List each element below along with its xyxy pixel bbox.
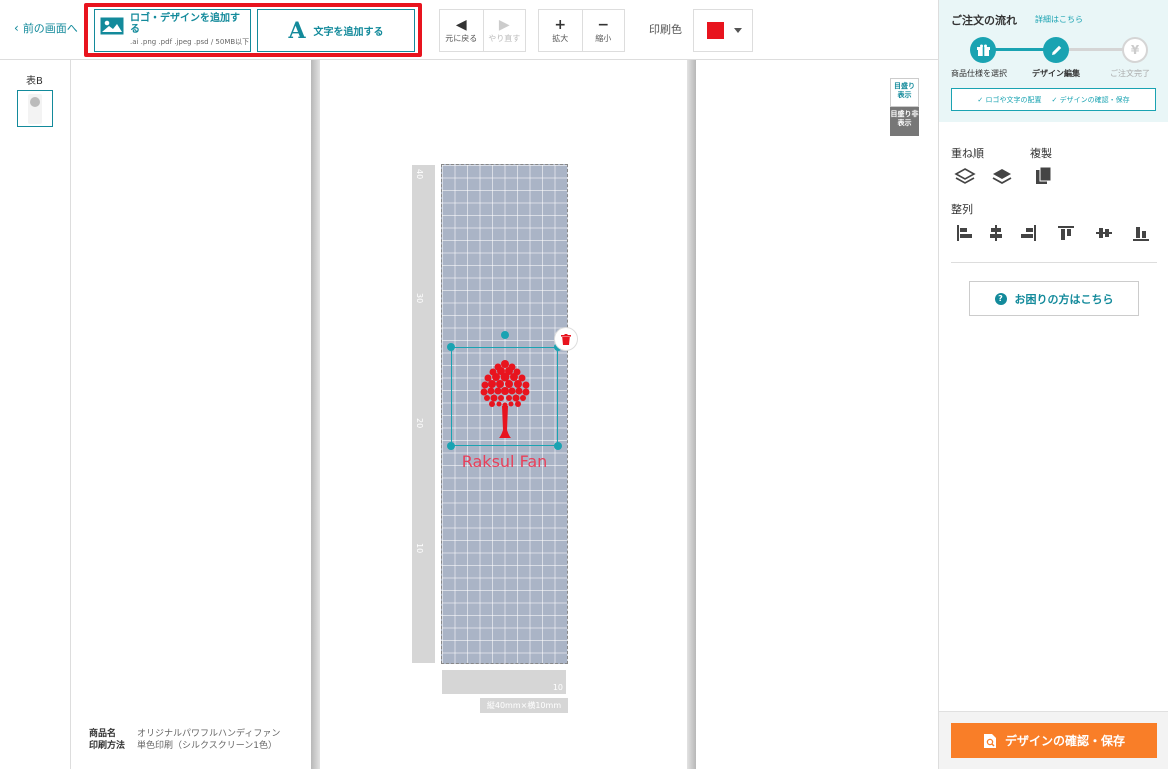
grid-toggle[interactable]: 目盛り表示 目盛り非表示 bbox=[890, 78, 919, 136]
plus-icon: + bbox=[554, 17, 567, 33]
rotate-handle[interactable] bbox=[501, 331, 509, 339]
paper-edge-left bbox=[311, 60, 320, 769]
undo-icon: ◀ bbox=[455, 17, 467, 33]
yen-icon: ¥ bbox=[1122, 37, 1148, 63]
print-color-label: 印刷色 bbox=[649, 23, 682, 36]
flow-detail-link[interactable]: 詳細はこちら bbox=[1035, 14, 1083, 25]
chevron-left-icon: ‹ bbox=[14, 21, 19, 35]
image-icon bbox=[100, 17, 124, 35]
caret-down-icon bbox=[734, 28, 742, 33]
question-icon: ? bbox=[994, 292, 1007, 305]
zoom-out-label: 縮小 bbox=[595, 34, 612, 43]
color-swatch bbox=[707, 22, 724, 39]
pencil-icon bbox=[1043, 37, 1069, 63]
save-label: デザインの確認・保存 bbox=[1004, 734, 1125, 748]
step-label: ご注文完了 bbox=[1110, 69, 1150, 78]
ruler-tick: 30 bbox=[415, 293, 424, 304]
zoom-group: + 拡大 − 縮小 bbox=[538, 9, 625, 52]
page-sidebar: 表B bbox=[0, 60, 71, 769]
ruler-tick: 20 bbox=[415, 418, 424, 429]
ruler-tick: 10 bbox=[415, 543, 424, 554]
save-design-button[interactable]: デザインの確認・保存 bbox=[951, 723, 1157, 758]
print-method-value: 単色印刷（シルクスクリーン1色） bbox=[137, 741, 278, 751]
order-label: 重ね順 bbox=[951, 147, 984, 160]
send-backward-icon[interactable] bbox=[991, 166, 1013, 188]
back-link[interactable]: ‹ 前の画面へ bbox=[14, 20, 78, 36]
align-right-icon[interactable] bbox=[1017, 222, 1039, 244]
selection-box bbox=[451, 347, 558, 446]
trash-icon bbox=[561, 333, 571, 345]
vertical-ruler: 40 30 20 10 bbox=[412, 165, 435, 663]
undo-button[interactable]: ◀ 元に戻る bbox=[440, 10, 483, 51]
align-middle-v-icon[interactable] bbox=[1093, 222, 1115, 244]
zoom-in-label: 拡大 bbox=[552, 34, 569, 43]
align-top-icon[interactable] bbox=[1055, 222, 1077, 244]
flow-title: ご注文の流れ bbox=[951, 14, 1017, 27]
history-group: ◀ 元に戻る ▶ やり直す bbox=[439, 9, 526, 52]
side-label: 表B bbox=[26, 76, 43, 87]
gift-icon bbox=[970, 37, 996, 63]
text-a-icon: A bbox=[288, 17, 306, 44]
print-method-key: 印刷方法 bbox=[89, 741, 126, 751]
redo-icon: ▶ bbox=[498, 17, 510, 33]
add-logo-formats: .ai .png .pdf .jpeg .psd / 50MB以下 bbox=[130, 38, 250, 46]
add-text-button[interactable]: A 文字を追加する bbox=[257, 9, 415, 52]
undo-label: 元に戻る bbox=[445, 34, 478, 43]
resize-handle-bl[interactable] bbox=[447, 442, 455, 450]
print-color-select[interactable] bbox=[693, 9, 753, 52]
duplicate-icon[interactable] bbox=[1032, 165, 1054, 187]
step-label-current: デザイン編集 bbox=[1032, 69, 1080, 78]
step-label: 商品仕様を選択 bbox=[951, 69, 1007, 78]
product-info: 商品名 オリジナルパワフルハンディファン 印刷方法 単色印刷（シルクスクリーン1色） bbox=[89, 728, 280, 752]
dimension-caption: 縦40mm×横10mm bbox=[480, 698, 568, 713]
zoom-out-button[interactable]: − 縮小 bbox=[581, 10, 625, 51]
panel-divider bbox=[951, 262, 1157, 263]
grid-hide-option[interactable]: 目盛り非表示 bbox=[890, 107, 919, 136]
ruler-tick: 40 bbox=[415, 169, 424, 180]
delete-element-button[interactable] bbox=[554, 327, 578, 351]
horizontal-ruler: 10 bbox=[442, 670, 566, 694]
substep-place: ✓ ロゴや文字の配置 bbox=[977, 95, 1042, 104]
help-label: お困りの方はこちら bbox=[1014, 292, 1114, 306]
resize-handle-br[interactable] bbox=[554, 442, 562, 450]
align-left-icon[interactable] bbox=[954, 222, 976, 244]
minus-icon: − bbox=[597, 17, 610, 33]
bring-forward-icon[interactable] bbox=[954, 166, 976, 188]
top-toolbar: ‹ 前の画面へ ロゴ・デザインを追加する .ai .png .pdf .jpeg… bbox=[0, 0, 938, 60]
align-bottom-icon[interactable] bbox=[1130, 222, 1152, 244]
product-name-key: 商品名 bbox=[89, 729, 117, 739]
substep-confirm: ✓ デザインの確認・保存 bbox=[1051, 95, 1130, 104]
align-center-h-icon[interactable] bbox=[985, 222, 1007, 244]
paper-edge-right bbox=[687, 60, 696, 769]
align-label: 整列 bbox=[951, 203, 973, 216]
add-logo-button[interactable]: ロゴ・デザインを追加する .ai .png .pdf .jpeg .psd / … bbox=[94, 9, 251, 52]
redo-label: やり直す bbox=[488, 34, 521, 43]
add-text-label: 文字を追加する bbox=[313, 27, 384, 38]
redo-button[interactable]: ▶ やり直す bbox=[482, 10, 526, 51]
logo-text[interactable]: Raksul Fan bbox=[451, 452, 558, 471]
right-panel: ご注文の流れ 詳細はこちら ¥ 商品仕様を選択 デザイン編集 ご注文完了 ✓ ロ… bbox=[938, 0, 1168, 769]
resize-handle-tl[interactable] bbox=[447, 343, 455, 351]
ruler-h-number: 10 bbox=[552, 683, 563, 692]
flow-substeps: ✓ ロゴや文字の配置 ✓ デザインの確認・保存 bbox=[951, 88, 1156, 111]
order-flow: ご注文の流れ 詳細はこちら ¥ 商品仕様を選択 デザイン編集 ご注文完了 ✓ ロ… bbox=[939, 0, 1168, 122]
grid-show-option[interactable]: 目盛り表示 bbox=[890, 78, 919, 107]
duplicate-label: 複製 bbox=[1030, 147, 1052, 160]
add-logo-title: ロゴ・デザインを追加する bbox=[130, 13, 240, 35]
help-button[interactable]: ? お困りの方はこちら bbox=[969, 281, 1139, 316]
product-name-value: オリジナルパワフルハンディファン bbox=[137, 729, 281, 739]
back-label: 前の画面へ bbox=[22, 22, 78, 35]
design-canvas: 40 30 20 10 10 縦40mm×横10mm Raksul Fan 目盛… bbox=[71, 60, 938, 769]
zoom-in-button[interactable]: + 拡大 bbox=[539, 10, 582, 51]
side-thumbnail[interactable] bbox=[17, 90, 53, 127]
fan-thumbnail-image bbox=[28, 93, 42, 124]
document-search-icon bbox=[983, 733, 996, 748]
